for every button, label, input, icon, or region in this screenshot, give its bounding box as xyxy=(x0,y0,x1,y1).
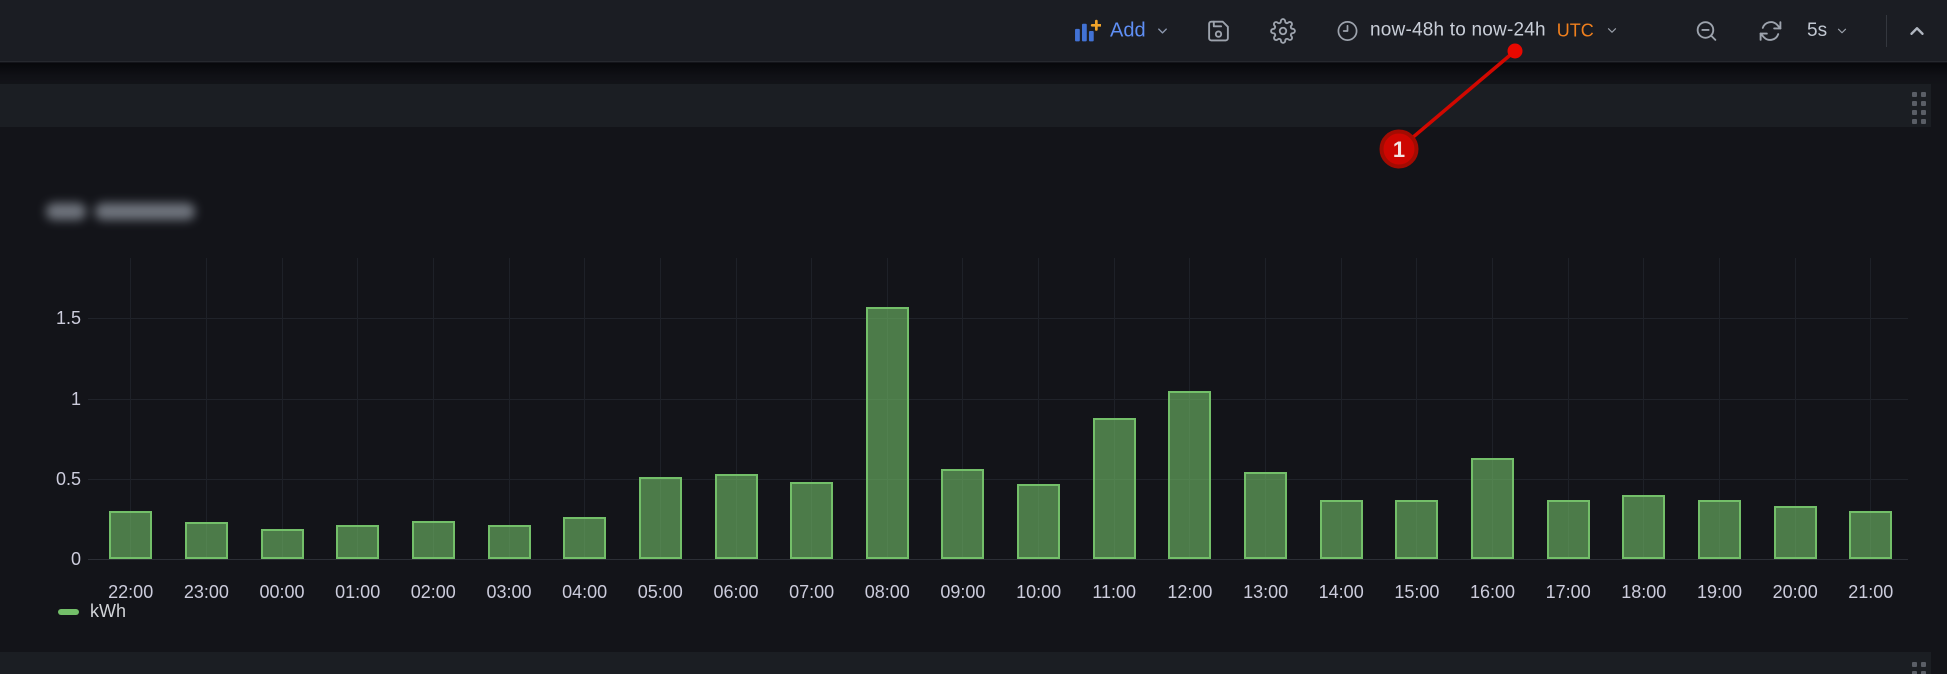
bar-15:00[interactable] xyxy=(1395,500,1438,559)
bar-03:00[interactable] xyxy=(488,525,531,559)
x-gridline xyxy=(282,258,283,559)
bar-22:00[interactable] xyxy=(109,511,152,559)
x-tick-label: 15:00 xyxy=(1377,582,1457,603)
x-tick-label: 21:00 xyxy=(1831,582,1911,603)
x-tick-label: 17:00 xyxy=(1528,582,1608,603)
x-tick-label: 02:00 xyxy=(393,582,473,603)
x-tick-label: 01:00 xyxy=(318,582,398,603)
x-tick-label: 22:00 xyxy=(91,582,171,603)
x-tick-label: 00:00 xyxy=(242,582,322,603)
bar-09:00[interactable] xyxy=(941,469,984,559)
legend-label: kWh xyxy=(90,601,126,622)
legend-swatch xyxy=(58,609,79,615)
bar-00:00[interactable] xyxy=(261,529,304,560)
bar-16:00[interactable] xyxy=(1471,458,1514,559)
bar-14:00[interactable] xyxy=(1320,500,1363,559)
bar-11:00[interactable] xyxy=(1093,418,1136,559)
x-tick-label: 23:00 xyxy=(166,582,246,603)
bar-08:00[interactable] xyxy=(866,307,909,559)
bar-07:00[interactable] xyxy=(790,482,833,559)
bar-21:00[interactable] xyxy=(1849,511,1892,559)
bar-04:00[interactable] xyxy=(563,517,606,559)
y-tick-label: 0 xyxy=(37,549,81,570)
bar-01:00[interactable] xyxy=(336,525,379,559)
bar-05:00[interactable] xyxy=(639,477,682,559)
x-tick-label: 18:00 xyxy=(1604,582,1684,603)
x-tick-label: 13:00 xyxy=(1226,582,1306,603)
x-gridline xyxy=(509,258,510,559)
x-tick-label: 19:00 xyxy=(1680,582,1760,603)
x-tick-label: 10:00 xyxy=(999,582,1079,603)
bar-06:00[interactable] xyxy=(715,474,758,559)
x-gridline xyxy=(206,258,207,559)
bar-19:00[interactable] xyxy=(1698,500,1741,559)
y-gridline-0.5 xyxy=(88,479,1908,480)
x-tick-label: 12:00 xyxy=(1150,582,1230,603)
x-gridline xyxy=(584,258,585,559)
x-tick-label: 07:00 xyxy=(772,582,852,603)
x-tick-label: 03:00 xyxy=(469,582,549,603)
bar-10:00[interactable] xyxy=(1017,484,1060,559)
bottom-panel-strip xyxy=(0,652,1931,674)
x-tick-label: 08:00 xyxy=(847,582,927,603)
x-gridline xyxy=(357,258,358,559)
y-gridline-1.5 xyxy=(88,318,1908,319)
legend-item-kwh[interactable]: kWh xyxy=(58,601,126,622)
drag-handle-dots[interactable] xyxy=(1912,662,1926,674)
bar-17:00[interactable] xyxy=(1547,500,1590,559)
y-gridline-1 xyxy=(88,399,1908,400)
x-tick-label: 14:00 xyxy=(1301,582,1381,603)
x-gridline xyxy=(433,258,434,559)
x-tick-label: 05:00 xyxy=(620,582,700,603)
chart-plot-area[interactable]: 0 0.5 1 1.5 22:0023:0000:0001:0002:0003:0004… xyxy=(0,0,1947,674)
x-tick-label: 11:00 xyxy=(1074,582,1154,603)
bar-23:00[interactable] xyxy=(185,522,228,559)
x-tick-label: 16:00 xyxy=(1453,582,1533,603)
bar-02:00[interactable] xyxy=(412,521,455,560)
x-tick-label: 04:00 xyxy=(545,582,625,603)
y-tick-label: 1 xyxy=(37,389,81,410)
bar-18:00[interactable] xyxy=(1622,495,1665,559)
bar-20:00[interactable] xyxy=(1774,506,1817,559)
grafana-dashboard: Add xyxy=(0,0,1947,674)
bar-13:00[interactable] xyxy=(1244,472,1287,559)
x-tick-label: 20:00 xyxy=(1755,582,1835,603)
y-tick-label: 1.5 xyxy=(37,308,81,329)
x-axis-line xyxy=(88,559,1908,560)
x-tick-label: 06:00 xyxy=(696,582,776,603)
bar-12:00[interactable] xyxy=(1168,391,1211,560)
y-tick-label: 0.5 xyxy=(37,469,81,490)
x-tick-label: 09:00 xyxy=(923,582,1003,603)
